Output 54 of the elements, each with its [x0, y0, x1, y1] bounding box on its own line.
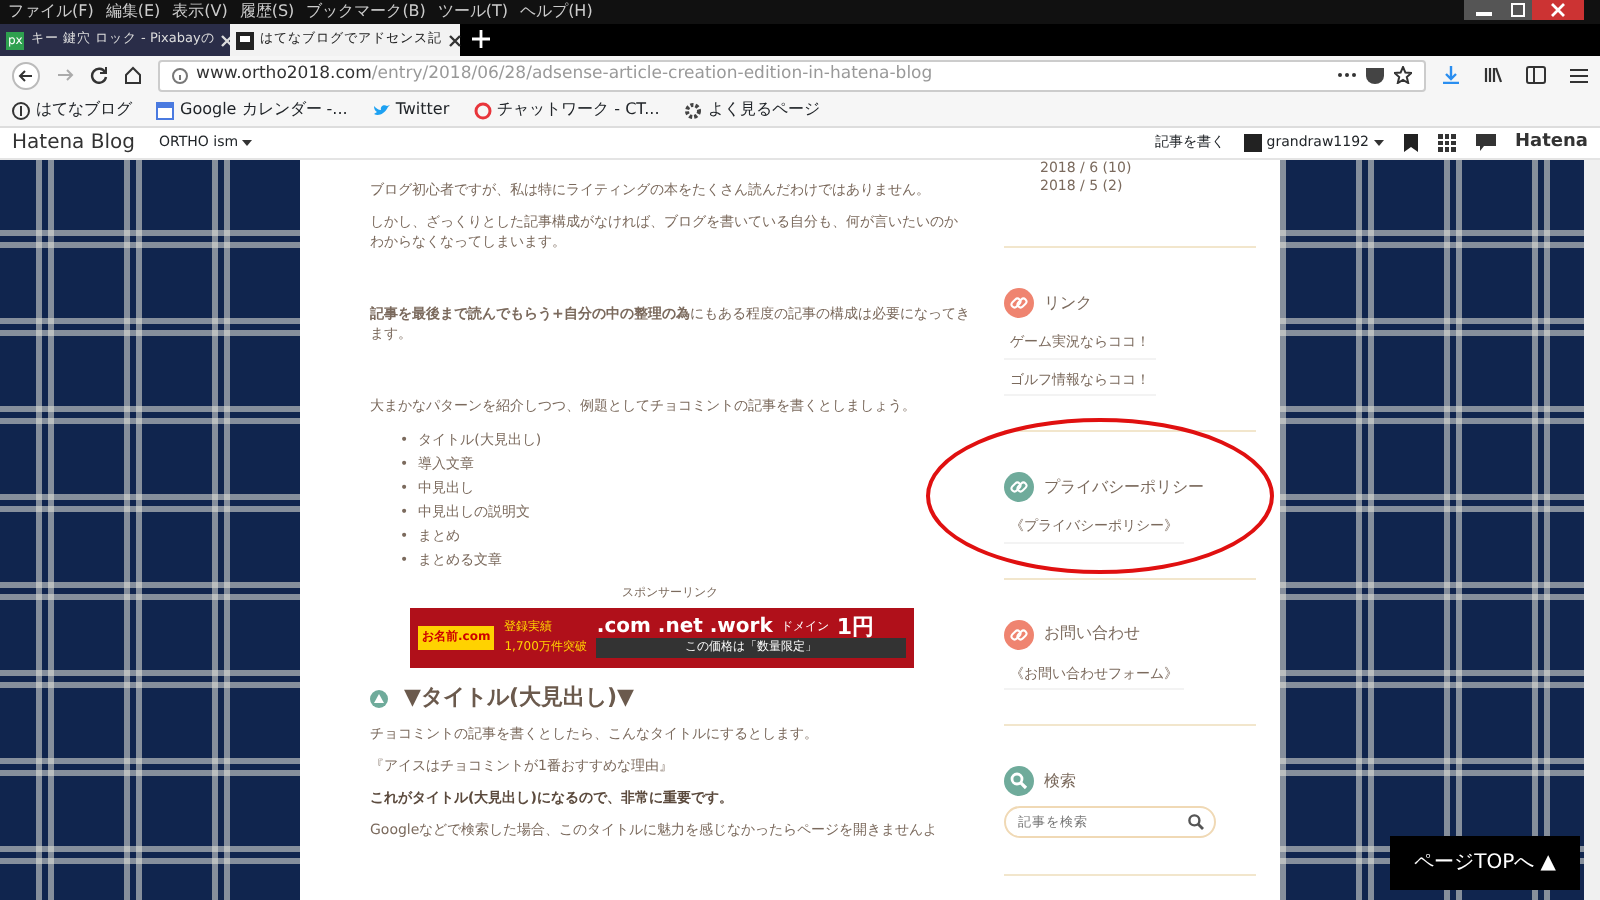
address-bar[interactable]: www.ortho2018.com/entry/2018/06/28/adsense-article-creation-edition-in-hatena-blog — [158, 59, 1426, 91]
page-top-button[interactable]: ページTOPへ ▲ — [1390, 836, 1580, 890]
more-icon[interactable] — [1338, 72, 1356, 78]
blog-logo[interactable]: Hatena Blog — [12, 128, 135, 158]
search-icon[interactable] — [1188, 814, 1204, 830]
calendar-icon — [156, 101, 174, 119]
grid-icon[interactable] — [1437, 134, 1455, 152]
ad-domains: .com .net .work — [596, 618, 773, 638]
sidebar-title: プライバシーポリシー — [1044, 475, 1204, 499]
scrollbar[interactable] — [1584, 160, 1600, 900]
heading-icon — [370, 689, 388, 707]
ad-price: 1円 — [836, 618, 875, 638]
bookmark-link[interactable]: チャットワーク - CT... — [473, 98, 660, 122]
gear-icon — [683, 101, 702, 119]
menu-item[interactable]: 編集(E) — [105, 0, 161, 24]
caret-icon — [242, 140, 253, 146]
sidebar-title: 検索 — [1044, 769, 1076, 793]
caret-icon — [1373, 140, 1383, 146]
menu-item[interactable]: ブックマーク(B) — [306, 0, 426, 24]
bookmark-icon[interactable] — [1403, 134, 1417, 152]
section-heading: ▼タイトル(大見出し)▼ — [404, 688, 634, 708]
menu-item[interactable]: ツール(T) — [437, 0, 509, 24]
home-icon[interactable] — [124, 66, 142, 84]
chat-icon — [473, 101, 492, 119]
minimize-icon[interactable] — [1464, 0, 1504, 20]
pocket-icon[interactable] — [1366, 67, 1384, 83]
info-icon — [172, 67, 188, 83]
sidebar-title: リンク — [1044, 291, 1092, 315]
close-icon[interactable] — [448, 33, 462, 47]
bird-icon — [371, 101, 390, 119]
library-icon[interactable] — [1484, 66, 1502, 84]
back-icon[interactable] — [12, 61, 40, 89]
menu-item[interactable]: ファイル(F) — [8, 0, 94, 24]
menu-item[interactable]: ヘルプ(H) — [520, 0, 593, 24]
star-icon[interactable] — [1394, 66, 1412, 84]
avatar-icon — [1244, 134, 1263, 152]
comment-icon[interactable] — [1475, 134, 1495, 152]
bookmark-link[interactable]: はてなブログ — [12, 98, 132, 122]
bookmark-link[interactable]: Google カレンダー -... — [156, 98, 348, 122]
hatena-icon — [12, 101, 30, 119]
bookmark-link[interactable]: Twitter — [371, 98, 450, 122]
bookmark-link[interactable]: よく見るページ — [683, 98, 820, 122]
menu-icon[interactable] — [1570, 67, 1588, 83]
url-text: www.ortho2018.com/entry/2018/06/28/adsense-article-creation-edition-in-hatena-blog — [196, 62, 933, 88]
menu-item[interactable]: 履歴(S) — [239, 0, 295, 24]
download-icon[interactable] — [1442, 66, 1460, 84]
maximize-icon[interactable] — [1504, 0, 1532, 20]
reload-icon[interactable] — [90, 66, 108, 84]
brand-logo[interactable]: Hatena — [1515, 129, 1588, 157]
sidebar-title: お問い合わせ — [1044, 622, 1140, 646]
new-tab-icon[interactable] — [472, 30, 490, 48]
sidebar-icon[interactable] — [1526, 66, 1546, 84]
page-icon — [236, 31, 254, 49]
menu-item[interactable]: 表示(V) — [172, 0, 228, 24]
